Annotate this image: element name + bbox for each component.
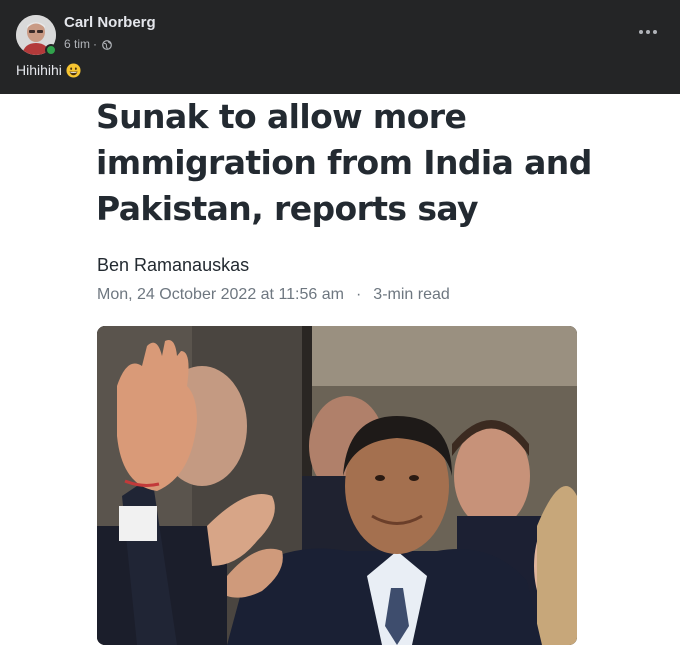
author-name[interactable]: Carl Norberg [64, 14, 156, 31]
article-photo [97, 326, 577, 645]
article-headline: Sunak to allow more immigration from Ind… [96, 97, 592, 228]
post-text: Hihihihi [16, 62, 81, 78]
more-dot-icon [646, 30, 650, 34]
grinning-face-emoji-icon [66, 62, 81, 78]
more-options-button[interactable] [638, 22, 658, 42]
post-meta: 6 tim · [64, 37, 112, 51]
article-author: Ben Ramanauskas [97, 255, 250, 275]
post-text-content: Hihihihi [16, 62, 62, 78]
article-dateline: Mon, 24 October 2022 at 11:56 am · 3-min… [97, 286, 450, 304]
meta-separator: · [93, 37, 98, 51]
article-read-time: 3-min read [373, 286, 450, 303]
more-dot-icon [653, 30, 657, 34]
post-time[interactable]: 6 tim [64, 37, 90, 51]
online-status-icon [45, 44, 57, 56]
more-dot-icon [639, 30, 643, 34]
post-header: Carl Norberg 6 tim · Hihihihi [0, 0, 680, 94]
article-date: Mon, 24 October 2022 at 11:56 am [97, 286, 344, 303]
globe-icon[interactable] [102, 39, 112, 50]
dateline-separator: · [355, 286, 362, 303]
